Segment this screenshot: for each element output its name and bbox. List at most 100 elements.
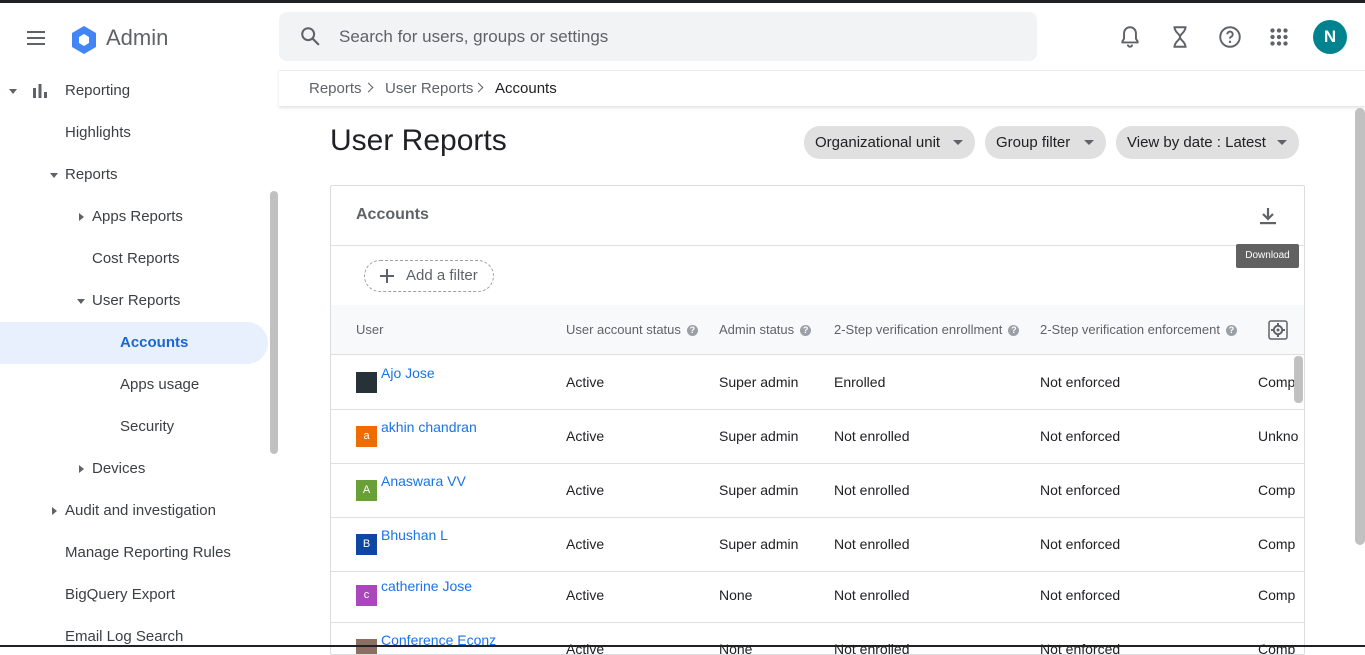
- 2sv-enrollment-cell: Not enrolled: [834, 428, 910, 444]
- truncated-column-cell: Comp: [1258, 482, 1296, 498]
- user-name-link[interactable]: catherine Jose: [381, 578, 472, 594]
- table-row[interactable]: B Bhushan L Active Super admin Not enrolled N…: [331, 518, 1304, 572]
- user-name-link[interactable]: akhin chandran: [381, 419, 477, 435]
- apps-grid-icon[interactable]: [1266, 24, 1292, 50]
- account-status-cell: Active: [566, 428, 605, 444]
- table-header: User User account status? Admin status? …: [331, 305, 1304, 355]
- admin-status-cell: Super admin: [719, 482, 799, 498]
- dropdown-arrow-icon: [1277, 140, 1287, 145]
- chevron-right-icon: [79, 213, 84, 221]
- help-icon[interactable]: ?: [800, 325, 812, 336]
- user-name-link[interactable]: Ajo Jose: [381, 365, 435, 381]
- truncated-column-cell: Comp: [1258, 536, 1296, 552]
- 2sv-enforcement-cell: Not enforced: [1040, 641, 1121, 655]
- admin-status-cell: Super admin: [719, 374, 799, 390]
- 2sv-enrollment-cell: Not enrolled: [834, 641, 910, 655]
- sidebar-item-bigquery-export[interactable]: BigQuery Export: [0, 574, 268, 616]
- column-settings-gear-icon[interactable]: [1268, 320, 1288, 340]
- dropdown-arrow-icon: [1084, 140, 1094, 145]
- sidebar-item-email-log-search[interactable]: Email Log Search: [0, 616, 268, 647]
- sidebar-item-cost-reports[interactable]: Cost Reports: [0, 238, 268, 280]
- breadcrumb: Reports User Reports Accounts: [279, 70, 1365, 106]
- truncated-column-cell: Comp: [1258, 587, 1296, 603]
- column-header-admin-status[interactable]: Admin status?: [719, 322, 812, 337]
- chevron-right-icon: [79, 465, 84, 473]
- help-icon[interactable]: [1217, 24, 1243, 50]
- sidebar-item-user-reports[interactable]: User Reports: [0, 280, 268, 322]
- page-scrollbar[interactable]: [1355, 108, 1365, 545]
- 2sv-enforcement-cell: Not enforced: [1040, 374, 1121, 390]
- truncated-column-cell: Comp: [1258, 641, 1296, 655]
- breadcrumb-reports[interactable]: Reports: [309, 80, 362, 97]
- sidebar-scrollbar[interactable]: [270, 191, 278, 454]
- sidebar-item-security[interactable]: Security: [0, 406, 268, 448]
- download-tooltip: Download: [1236, 244, 1299, 268]
- organizational-unit-filter[interactable]: Organizational unit: [804, 126, 975, 159]
- help-icon[interactable]: ?: [1225, 325, 1237, 336]
- truncated-column-cell: Unkno: [1258, 428, 1299, 444]
- help-icon[interactable]: ?: [686, 325, 698, 336]
- search-icon[interactable]: [299, 25, 321, 47]
- breadcrumb-user-reports[interactable]: User Reports: [385, 80, 473, 97]
- sidebar-item-devices[interactable]: Devices: [0, 448, 268, 490]
- table-row[interactable]: Ajo Jose Active Super admin Enrolled Not enf…: [331, 356, 1304, 410]
- column-header-account-status[interactable]: User account status?: [566, 322, 698, 337]
- admin-status-cell: Super admin: [719, 428, 799, 444]
- view-by-date-filter[interactable]: View by date : Latest: [1116, 126, 1299, 159]
- chevron-right-icon: [52, 507, 57, 515]
- app-name[interactable]: Admin: [106, 25, 168, 51]
- page-title: User Reports: [330, 124, 507, 157]
- account-status-cell: Active: [566, 374, 605, 390]
- table-scrollbar[interactable]: [1294, 356, 1303, 403]
- table-row[interactable]: A Anaswara VV Active Super admin Not enrolle…: [331, 464, 1304, 518]
- search-bar[interactable]: [279, 12, 1037, 61]
- user-name-link[interactable]: Bhushan L: [381, 527, 448, 543]
- search-input[interactable]: [339, 12, 1019, 61]
- admin-logo-icon[interactable]: [68, 24, 100, 56]
- download-icon[interactable]: [1256, 204, 1280, 228]
- table-row[interactable]: c catherine Jose Active None Not enrolled Not…: [331, 569, 1304, 623]
- group-filter[interactable]: Group filter: [985, 126, 1106, 159]
- sidebar-item-apps-reports[interactable]: Apps Reports: [0, 196, 268, 238]
- column-header-2sv-enforcement[interactable]: 2-Step verification enforcement?: [1040, 322, 1237, 337]
- tasks-hourglass-icon[interactable]: [1167, 24, 1193, 50]
- chevron-right-icon: [473, 82, 484, 93]
- add-filter-button[interactable]: Add a filter: [364, 260, 494, 292]
- sidebar-item-manage-reporting-rules[interactable]: Manage Reporting Rules: [0, 532, 268, 574]
- 2sv-enforcement-cell: Not enforced: [1040, 482, 1121, 498]
- table-row[interactable]: a akhin chandran Active Super admin Not enro…: [331, 410, 1304, 464]
- sidebar-item-highlights[interactable]: Highlights: [0, 112, 268, 154]
- column-header-user[interactable]: User: [356, 322, 383, 337]
- dropdown-arrow-icon: [953, 140, 963, 145]
- plus-icon: [380, 269, 394, 283]
- user-avatar: [356, 639, 377, 654]
- chevron-right-icon: [363, 82, 374, 93]
- 2sv-enforcement-cell: Not enforced: [1040, 587, 1121, 603]
- 2sv-enrollment-cell: Not enrolled: [834, 587, 910, 603]
- user-avatar: c: [356, 585, 377, 606]
- account-status-cell: Active: [566, 482, 605, 498]
- sidebar-item-accounts[interactable]: Accounts: [0, 322, 268, 364]
- 2sv-enrollment-cell: Not enrolled: [834, 536, 910, 552]
- sidebar-item-audit-and-investigation[interactable]: Audit and investigation: [0, 490, 268, 532]
- 2sv-enforcement-cell: Not enforced: [1040, 428, 1121, 444]
- 2sv-enrollment-cell: Not enrolled: [834, 482, 910, 498]
- sidebar-item-apps-usage[interactable]: Apps usage: [0, 364, 268, 406]
- sidebar-item-reports[interactable]: Reports: [0, 154, 268, 196]
- admin-status-cell: None: [719, 587, 753, 603]
- 2sv-enrollment-cell: Enrolled: [834, 374, 886, 390]
- user-name-link[interactable]: Anaswara VV: [381, 473, 466, 489]
- user-avatar: B: [356, 534, 377, 555]
- sidebar: Reporting Highlights Reports Apps Report…: [0, 70, 279, 647]
- chevron-down-icon: [9, 89, 17, 94]
- admin-status-cell: Super admin: [719, 536, 799, 552]
- help-icon[interactable]: ?: [1008, 325, 1020, 336]
- account-avatar[interactable]: N: [1313, 20, 1347, 54]
- table-row[interactable]: Conference Econz Active None Not enrolled No…: [331, 623, 1304, 655]
- column-header-2sv-enrollment[interactable]: 2-Step verification enrollment?: [834, 322, 1020, 337]
- sidebar-item-reporting[interactable]: Reporting: [0, 70, 268, 112]
- card-title: Accounts: [356, 206, 429, 223]
- main-menu-icon[interactable]: [24, 25, 50, 51]
- 2sv-enforcement-cell: Not enforced: [1040, 536, 1121, 552]
- notifications-bell-icon[interactable]: [1117, 24, 1143, 50]
